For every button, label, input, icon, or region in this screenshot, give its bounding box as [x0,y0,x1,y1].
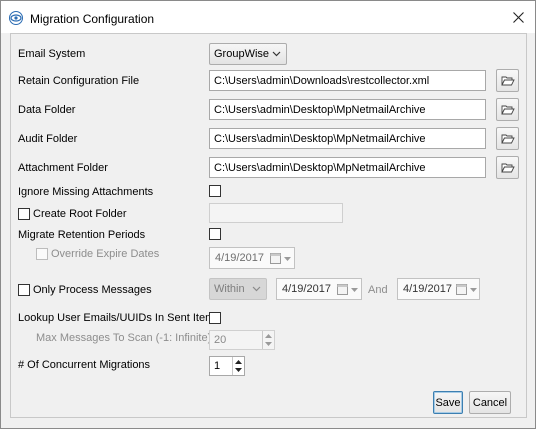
attachment-folder-browse-button[interactable] [496,156,519,179]
form-panel: Email System GroupWise Retain Configurat… [10,33,527,418]
calendar-icon [456,284,467,295]
data-folder-input[interactable]: C:\Users\admin\Desktop\MpNetmailArchive [209,99,486,120]
concurrent-value: 1 [214,360,221,372]
chevron-down-icon [351,288,358,292]
create-root-checkbox[interactable] [18,208,30,220]
create-root-input[interactable] [209,203,343,223]
folder-open-icon [501,134,515,144]
only-process-label: Only Process Messages [33,284,152,296]
override-expire-date-value: 4/19/2017 [215,252,264,264]
data-folder-value: C:\Users\admin\Desktop\MpNetmailArchive [214,104,426,116]
email-system-label: Email System [18,48,86,60]
only-process-condition-select[interactable]: Within [209,278,267,300]
chevron-down-icon [265,342,272,346]
folder-open-icon [501,105,515,115]
folder-open-icon [501,163,515,173]
window-title: Migration Configuration [30,12,155,26]
close-button[interactable] [501,1,535,33]
override-expire-label: Override Expire Dates [51,248,160,260]
chevron-down-icon [284,257,291,261]
only-process-condition-value: Within [214,283,245,295]
data-folder-browse-button[interactable] [496,98,519,121]
max-messages-label: Max Messages To Scan (-1: Infinite) [36,332,212,344]
close-icon [512,11,524,23]
audit-folder-browse-button[interactable] [496,127,519,150]
calendar-icon [270,253,281,264]
migrate-retention-checkbox[interactable] [209,228,221,240]
only-process-date-to-value: 4/19/2017 [403,283,452,295]
lookup-uuids-label: Lookup User Emails/UUIDs In Sent Items [18,312,220,324]
retain-config-browse-button[interactable] [496,69,519,92]
chevron-down-icon [252,286,261,292]
concurrent-spinner[interactable]: 1 [209,356,245,376]
calendar-icon [337,284,348,295]
migration-configuration-dialog: Migration Configuration Email System Gro… [0,0,536,429]
retain-config-label: Retain Configuration File [18,75,140,87]
ignore-missing-label: Ignore Missing Attachments [18,186,154,198]
max-messages-spinner[interactable]: 20 [209,330,275,350]
chevron-down-icon [272,51,281,57]
email-system-value: GroupWise [214,48,270,60]
audit-folder-value: C:\Users\admin\Desktop\MpNetmailArchive [214,133,426,145]
max-messages-decrement[interactable] [263,340,274,349]
concurrent-decrement[interactable] [233,366,244,375]
create-root-label: Create Root Folder [33,208,127,220]
audit-folder-input[interactable]: C:\Users\admin\Desktop\MpNetmailArchive [209,128,486,149]
folder-open-icon [501,76,515,86]
attachment-folder-value: C:\Users\admin\Desktop\MpNetmailArchive [214,162,426,174]
migrate-retention-label: Migrate Retention Periods [18,229,146,241]
max-messages-value: 20 [214,334,227,346]
audit-folder-label: Audit Folder [18,133,78,145]
concurrent-label: # Of Concurrent Migrations [18,359,151,371]
email-system-select[interactable]: GroupWise [209,43,287,65]
ignore-missing-checkbox[interactable] [209,185,221,197]
lookup-uuids-checkbox[interactable] [209,312,221,324]
attachment-folder-label: Attachment Folder [18,162,108,174]
concurrent-increment[interactable] [233,357,244,366]
only-process-checkbox[interactable] [18,284,30,296]
only-process-date-from-value: 4/19/2017 [282,283,331,295]
only-process-date-to-picker[interactable]: 4/19/2017 [397,278,480,300]
override-expire-checkbox[interactable] [36,248,48,260]
chevron-down-icon [235,368,242,372]
save-button[interactable]: Save [433,391,463,414]
override-expire-date-picker[interactable]: 4/19/2017 [209,247,295,269]
eye-icon [9,11,23,25]
retain-config-input[interactable]: C:\Users\admin\Downloads\restcollector.x… [209,70,486,91]
title-bar: Migration Configuration [1,1,535,33]
max-messages-increment[interactable] [263,331,274,340]
chevron-up-icon [235,360,242,364]
only-process-date-from-picker[interactable]: 4/19/2017 [276,278,362,300]
cancel-button[interactable]: Cancel [469,391,511,414]
data-folder-label: Data Folder [18,104,76,116]
retain-config-value: C:\Users\admin\Downloads\restcollector.x… [214,75,430,87]
and-label: And [368,284,388,296]
chevron-down-icon [470,288,477,292]
attachment-folder-input[interactable]: C:\Users\admin\Desktop\MpNetmailArchive [209,157,486,178]
chevron-up-icon [265,334,272,338]
